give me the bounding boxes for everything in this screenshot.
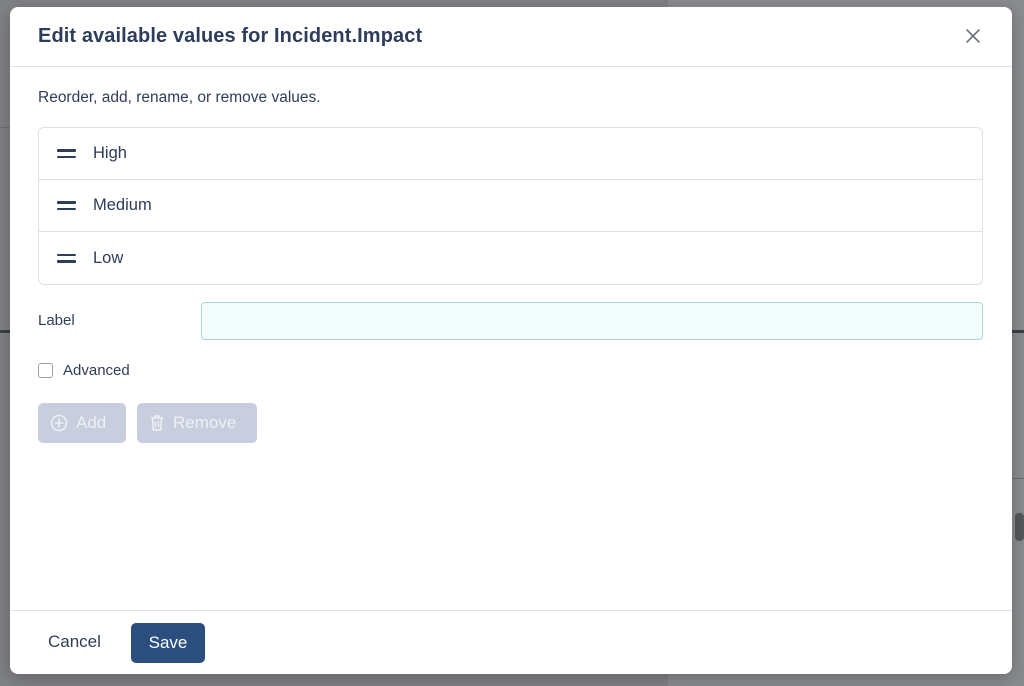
edit-values-dialog: Edit available values for Incident.Impac… [10, 7, 1012, 674]
label-input[interactable] [201, 302, 983, 340]
advanced-row: Advanced [38, 360, 130, 380]
value-label: High [93, 144, 127, 162]
list-item[interactable]: Medium [39, 180, 982, 232]
value-action-buttons: Add Remove [38, 403, 257, 443]
drag-handle-icon[interactable] [57, 148, 76, 160]
label-field-label: Label [38, 312, 75, 329]
drag-handle-icon[interactable] [57, 252, 76, 264]
dialog-footer: Cancel Save [10, 610, 1012, 674]
advanced-checkbox[interactable] [38, 362, 53, 378]
close-icon [966, 29, 980, 43]
background-divider [0, 330, 10, 333]
advanced-label: Advanced [63, 361, 130, 379]
trash-icon [149, 414, 165, 432]
dialog-body: Reorder, add, rename, or remove values. … [10, 67, 1012, 610]
remove-button-label: Remove [173, 413, 237, 432]
list-item[interactable]: High [39, 128, 982, 180]
dialog-title: Edit available values for Incident.Impac… [38, 25, 423, 47]
value-label: Medium [93, 196, 152, 214]
drag-handle-icon[interactable] [57, 200, 76, 212]
cancel-button[interactable]: Cancel [48, 632, 101, 652]
value-label: Low [93, 248, 124, 267]
add-button[interactable]: Add [38, 403, 126, 443]
background-divider [1012, 478, 1024, 479]
list-item[interactable]: Low [39, 232, 982, 284]
close-button[interactable] [962, 25, 984, 47]
background-scrollbar [1015, 513, 1024, 541]
background-divider [0, 127, 10, 128]
add-button-label: Add [76, 413, 107, 432]
values-list: High Medium Low [38, 127, 983, 285]
label-field-row: Label [38, 302, 983, 340]
background-divider [1012, 330, 1024, 333]
dialog-description: Reorder, add, rename, or remove values. [38, 89, 321, 106]
plus-circle-icon [50, 414, 68, 432]
dialog-header: Edit available values for Incident.Impac… [10, 7, 1012, 67]
save-button[interactable]: Save [131, 623, 205, 663]
remove-button[interactable]: Remove [137, 403, 257, 443]
